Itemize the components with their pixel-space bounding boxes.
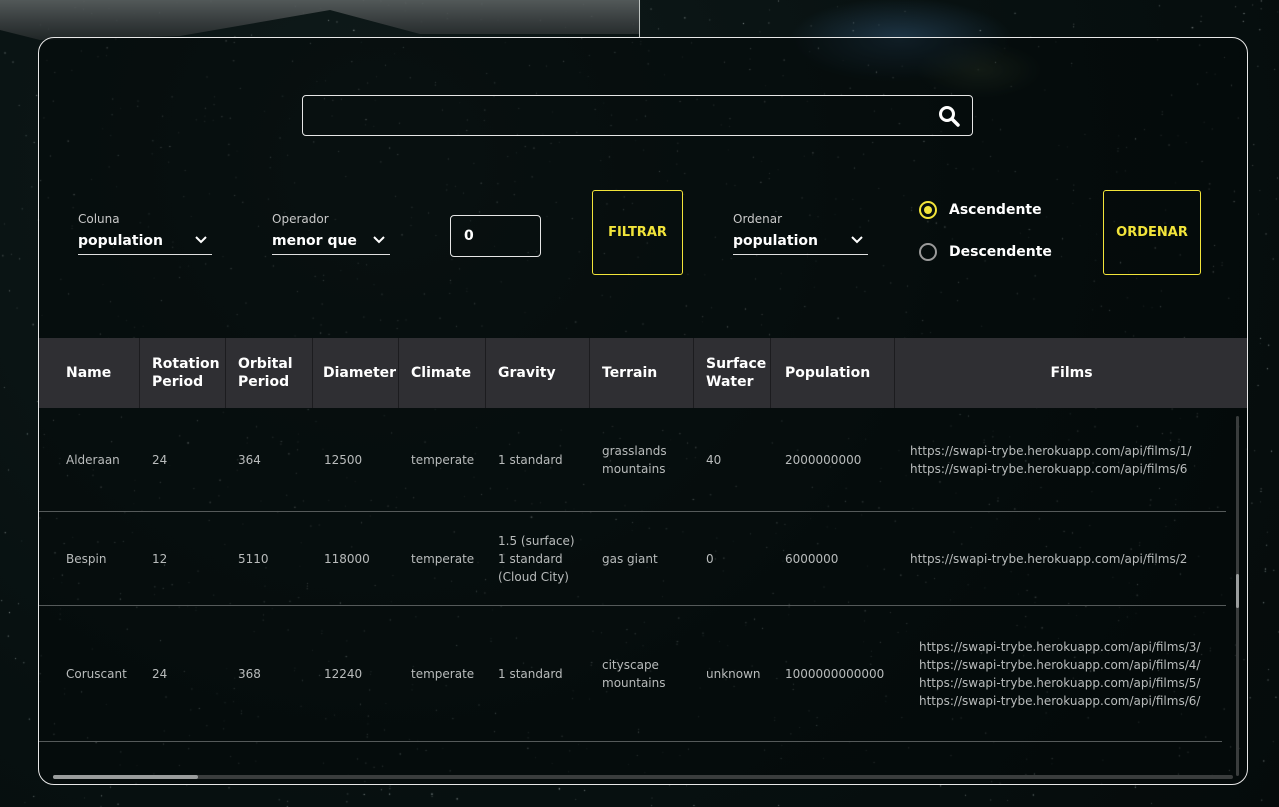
radio-descending-label: Descendente (949, 244, 1052, 260)
cell-diameter: 118000 (324, 551, 370, 566)
header-rotation-period: Rotation Period (140, 338, 226, 408)
cell-diameter: 12240 (324, 666, 363, 681)
horizontal-scrollbar-thumb[interactable] (53, 775, 198, 779)
cell-climate: temperate (411, 666, 475, 681)
search-input[interactable] (313, 96, 927, 137)
cell-name: Coruscant (66, 666, 127, 681)
cell-surface-water: unknown (706, 666, 761, 681)
cell-orbital: 364 (238, 452, 261, 467)
cell-terrain: gas giant (602, 551, 658, 566)
cell-diameter: 12500 (324, 452, 363, 467)
header-diameter-label: Diameter (323, 365, 397, 381)
chevron-down-icon (851, 236, 863, 244)
header-climate: Climate (399, 338, 486, 408)
chevron-down-icon (373, 236, 385, 244)
operator-select[interactable]: Operador menor que (272, 212, 390, 255)
sort-value: population (733, 233, 818, 249)
header-terrain-label: Terrain (602, 365, 658, 381)
radio-ascending[interactable]: Ascendente (919, 201, 1042, 219)
cell-gravity: 1.5 (surface) 1 standard (Cloud City) (498, 533, 575, 584)
header-gravity-label: Gravity (498, 365, 556, 381)
cell-gravity: 1 standard (498, 666, 563, 681)
table-row: Coruscant 24 368 12240 temperate 1 stand… (39, 606, 1222, 742)
horizontal-scrollbar[interactable] (53, 775, 1233, 779)
cell-rotation: 24 (152, 452, 168, 467)
operator-label: Operador (272, 212, 329, 226)
cell-name: Alderaan (66, 452, 120, 467)
cell-name: Bespin (66, 551, 107, 566)
cell-surface-water: 40 (706, 452, 722, 467)
vertical-scrollbar-thumb[interactable] (1236, 574, 1239, 608)
table-row: Alderaan 24 364 12500 temperate 1 standa… (39, 408, 1226, 512)
header-diameter: Diameter (313, 338, 399, 408)
cell-rotation: 24 (152, 666, 168, 681)
cell-climate: temperate (411, 551, 475, 566)
cell-terrain: grasslands mountains (602, 443, 667, 476)
column-select[interactable]: Coluna population (78, 212, 212, 255)
cell-surface-water: 0 (706, 551, 714, 566)
header-gravity: Gravity (486, 338, 590, 408)
column-label: Coluna (78, 212, 120, 226)
cell-orbital: 368 (238, 666, 261, 681)
radio-ascending-indicator[interactable] (919, 201, 937, 219)
sort-column-select[interactable]: Ordenar population (733, 212, 868, 255)
divider-line (639, 0, 640, 38)
header-films-label: Films (1050, 365, 1093, 381)
cell-population: 2000000000 (785, 452, 862, 467)
cell-orbital: 5110 (238, 551, 269, 566)
header-population-label: Population (785, 365, 871, 381)
header-orbital-label: Orbital Period (238, 356, 293, 390)
header-climate-label: Climate (411, 365, 472, 381)
cell-population: 1000000000000 (785, 666, 885, 681)
operator-value: menor que (272, 233, 357, 249)
sort-button[interactable]: ORDENAR (1103, 190, 1201, 275)
cell-films: https://swapi-trybe.herokuapp.com/api/fi… (919, 639, 1201, 708)
search-bar (302, 95, 973, 137)
cell-films: https://swapi-trybe.herokuapp.com/api/fi… (910, 551, 1188, 566)
table-row: Bespin 12 5110 118000 temperate 1.5 (sur… (39, 512, 1226, 606)
cell-films: https://swapi-trybe.herokuapp.com/api/fi… (910, 443, 1192, 476)
header-terrain: Terrain (590, 338, 694, 408)
header-population: Population (771, 338, 895, 408)
main-panel: Coluna population Operador menor que 0 F… (38, 37, 1248, 785)
header-rotation-label: Rotation Period (152, 356, 220, 390)
cell-climate: temperate (411, 452, 475, 467)
column-value: population (78, 233, 163, 249)
header-films: Films (895, 338, 1247, 408)
cell-gravity: 1 standard (498, 452, 563, 467)
header-name-label: Name (66, 365, 112, 381)
cell-rotation: 12 (152, 551, 168, 566)
search-icon[interactable] (938, 105, 960, 127)
radio-ascending-label: Ascendente (949, 202, 1042, 218)
radio-descending-indicator[interactable] (919, 243, 937, 261)
sort-label: Ordenar (733, 212, 783, 226)
value-input[interactable]: 0 (450, 215, 541, 257)
table-header: Name Rotation Period Orbital Period Diam… (39, 338, 1247, 408)
radio-descending[interactable]: Descendente (919, 243, 1052, 261)
chevron-down-icon (195, 236, 207, 244)
header-orbital-period: Orbital Period (226, 338, 313, 408)
cell-terrain: cityscape mountains (602, 657, 666, 690)
header-surface-label: Surface Water (706, 356, 767, 390)
header-name: Name (39, 338, 140, 408)
cell-population: 6000000 (785, 551, 839, 566)
filter-button[interactable]: FILTRAR (592, 190, 683, 275)
header-surface-water: Surface Water (694, 338, 771, 408)
